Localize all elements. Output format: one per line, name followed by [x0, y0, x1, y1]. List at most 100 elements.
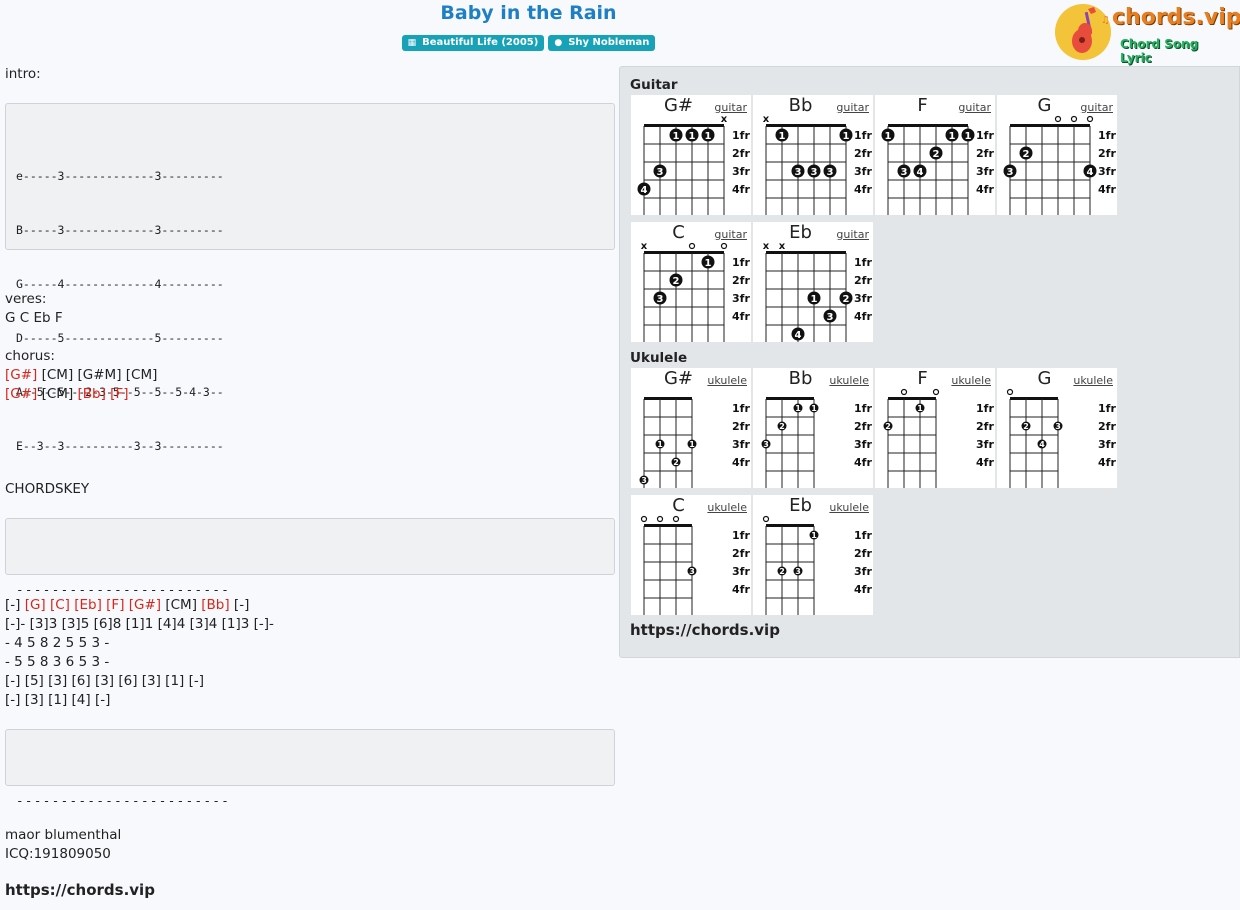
svg-text:2fr: 2fr [1098, 420, 1116, 433]
chord-text: [CM] [G#M] [CM] [37, 367, 158, 383]
key-line: - 4 5 8 2 5 5 3 - [5, 635, 110, 651]
panel-url[interactable]: https://chords.vip [630, 621, 780, 639]
svg-text:2: 2 [933, 149, 940, 160]
ukulele-chord-card[interactable]: Gukulele 1fr 2fr 3fr 4fr 2 4 3 [997, 368, 1117, 488]
guitar-section-label: Guitar [630, 77, 678, 93]
svg-text:1fr: 1fr [732, 402, 750, 415]
svg-text:1: 1 [965, 131, 972, 142]
chord-diagram: 1fr 2fr 3fr 4fr 3 [640, 515, 750, 615]
svg-text:1: 1 [779, 131, 786, 142]
chord-diagram: 1fr2fr3fr4fr13 421 1 [881, 124, 994, 215]
ukulele-chord-card[interactable]: Cukulele 1fr 2fr 3fr 4fr 3 [631, 495, 751, 615]
chord-diagram: 1fr 2fr 3fr 4fr 3 2 1 1 [761, 397, 872, 488]
svg-text:3: 3 [1007, 167, 1014, 178]
logo-text: chords.vip [1112, 5, 1240, 30]
guitar-chord-card[interactable]: Bb guitar 1fr 2fr 3fr 4fr x 1 3 3 3 1 [753, 95, 873, 215]
svg-text:3: 3 [657, 167, 664, 178]
svg-text:1: 1 [689, 440, 695, 449]
svg-text:1fr: 1fr [976, 129, 994, 142]
svg-text:2: 2 [779, 567, 785, 576]
svg-text:2fr: 2fr [732, 547, 750, 560]
album-badge[interactable]: ▦ Beautiful Life (2005) [401, 35, 545, 51]
chord-diagram-panel: Guitar G# guitar 1fr 2fr 3fr 4fr x 4 3 1 1 1 Bb guita… [619, 66, 1240, 658]
svg-text:4fr: 4fr [732, 310, 750, 323]
guitar-chord-card[interactable]: Cguitar 1fr 2fr 3fr 4fr x 3 2 1 [631, 222, 751, 342]
svg-text:4fr: 4fr [976, 183, 994, 196]
svg-text:2fr: 2fr [1098, 147, 1116, 160]
svg-text:4: 4 [917, 167, 924, 178]
svg-text:4fr: 4fr [854, 583, 872, 596]
svg-text:4: 4 [1087, 167, 1094, 178]
svg-text:4fr: 4fr [732, 583, 750, 596]
chord-diagram: 1fr 2fr 3fr 4fr 32 4 [1003, 115, 1116, 215]
verse-chords: G C Eb F [5, 310, 63, 326]
svg-text:3: 3 [901, 167, 908, 178]
chord-text: [CM] [37, 386, 78, 402]
ukulele-chord-card[interactable]: Fukulele 1fr 2fr 3fr 4fr 2 1 [875, 368, 995, 488]
ukulele-section-label: Ukulele [630, 350, 688, 366]
guitar-chord-card[interactable]: Fguitar 1fr 2fr 3fr 4fr 1 3 4 2 1 1 [875, 95, 995, 215]
svg-text:1fr: 1fr [732, 256, 750, 269]
svg-text:4fr: 4fr [854, 310, 872, 323]
svg-text:2fr: 2fr [854, 547, 872, 560]
svg-text:2fr: 2fr [976, 147, 994, 160]
svg-text:1fr: 1fr [976, 402, 994, 415]
song-badges: ▦ Beautiful Life (2005) ● Shy Nobleman [0, 35, 1057, 51]
key-text: [-] [229, 597, 250, 613]
svg-text:2: 2 [673, 458, 679, 467]
chord-diagram: 1fr2fr3fr4frx13 3 31 [763, 114, 872, 215]
svg-text:1: 1 [811, 531, 817, 540]
svg-text:4fr: 4fr [854, 456, 872, 469]
svg-text:1fr: 1fr [854, 402, 872, 415]
chord-link[interactable]: [Bb] [F] [78, 386, 129, 402]
chord-link[interactable]: [Bb] [201, 597, 229, 613]
artist-badge[interactable]: ● Shy Nobleman [548, 35, 656, 51]
svg-text:4: 4 [641, 185, 648, 196]
svg-text:2fr: 2fr [732, 274, 750, 287]
svg-text:♫: ♫ [1101, 15, 1110, 26]
key-line: [-] [5] [3] [6] [3] [6] [3] [1] [-] [5, 673, 204, 689]
chord-diagram: 1fr 2fr 3fr 4fr 2 3 1 [762, 515, 872, 615]
guitar-chord-card[interactable]: G# guitar 1fr 2fr 3fr 4fr x 4 3 1 1 1 [631, 95, 751, 215]
svg-text:x: x [641, 241, 648, 252]
svg-text:3fr: 3fr [732, 438, 750, 451]
svg-text:3: 3 [641, 476, 647, 485]
chord-link[interactable]: [G#] [5, 386, 37, 402]
chorus-label: chorus: [5, 348, 55, 364]
svg-text:1: 1 [885, 131, 892, 142]
guitar-chord-card[interactable]: Eb guitar 1fr 2fr 3fr 4fr x x 4 1 3 2 [753, 222, 873, 342]
svg-text:3fr: 3fr [854, 292, 872, 305]
svg-text:1: 1 [705, 131, 712, 142]
tab-line: E--3--3----------3--3--------- [16, 439, 224, 453]
ukulele-chord-card[interactable]: G# ukulele 1fr 2fr 3fr 4fr 3 1 2 1 [631, 368, 751, 488]
chord-link[interactable]: [G#] [5, 367, 37, 383]
svg-text:3: 3 [795, 567, 801, 576]
svg-text:2: 2 [1023, 422, 1029, 431]
footer-url[interactable]: https://chords.vip [5, 881, 155, 899]
svg-text:4fr: 4fr [732, 456, 750, 469]
verse-label: veres: [5, 291, 47, 307]
svg-text:1: 1 [949, 131, 956, 142]
guitar-chord-card[interactable]: Gguitar 1fr 2fr 3fr 4fr 3 2 4 [997, 95, 1117, 215]
svg-text:x: x [763, 114, 770, 125]
svg-text:3fr: 3fr [732, 292, 750, 305]
svg-text:1fr: 1fr [732, 129, 750, 142]
ukulele-chord-card[interactable]: Eb ukulele 1fr 2fr 3fr 4fr 2 3 1 [753, 495, 873, 615]
svg-text:1fr: 1fr [1098, 402, 1116, 415]
svg-text:1fr: 1fr [854, 529, 872, 542]
svg-text:3fr: 3fr [1098, 438, 1116, 451]
dash-block: ------------------------ [5, 518, 615, 597]
svg-text:4fr: 4fr [854, 183, 872, 196]
book-icon: ▦ [407, 38, 417, 48]
svg-text:3fr: 3fr [732, 565, 750, 578]
key-text: [-] [5, 597, 25, 613]
svg-text:4: 4 [795, 330, 802, 341]
chord-link[interactable]: [G] [C] [Eb] [F] [G#] [25, 597, 161, 613]
svg-text:3: 3 [1055, 422, 1061, 431]
credit-icq: ICQ:191809050 [5, 846, 111, 862]
site-logo[interactable]: ♫ chords.vip Chord Song Lyric [1054, 3, 1240, 65]
svg-text:3fr: 3fr [1098, 165, 1116, 178]
svg-text:2: 2 [885, 422, 891, 431]
ukulele-chord-card[interactable]: Bb ukulele 1fr 2fr 3fr 4fr 3 2 1 1 [753, 368, 873, 488]
svg-text:3: 3 [811, 167, 818, 178]
